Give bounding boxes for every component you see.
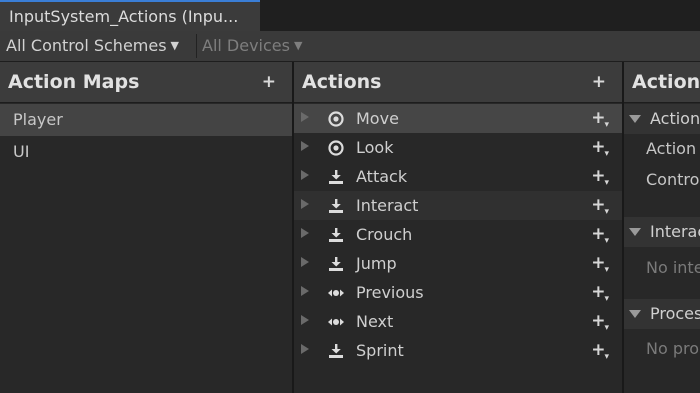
foldout-triangle-icon (629, 115, 641, 123)
action-row-sprint[interactable]: Sprint +▾ (294, 336, 622, 365)
devices-label: All Devices (202, 36, 290, 55)
chevron-down-icon: ▼ (170, 39, 180, 52)
passthrough-icon (328, 318, 344, 326)
action-label: Move (356, 109, 399, 128)
action-row-look[interactable]: Look +▾ (294, 133, 622, 162)
add-binding-button[interactable]: +▾ (591, 104, 610, 136)
action-maps-header: Action Maps + (0, 62, 292, 103)
add-binding-button[interactable]: +▾ (591, 162, 610, 194)
window-tab-strip: InputSystem_Actions (Inpu... (0, 0, 700, 31)
action-row-jump[interactable]: Jump +▾ (294, 249, 622, 278)
actions-header: Actions + (294, 62, 622, 103)
control-schemes-label: All Control Schemes (6, 36, 167, 55)
devices-dropdown[interactable]: All Devices ▼ (202, 31, 302, 61)
action-row-next[interactable]: Next +▾ (294, 307, 622, 336)
action-map-label: Player (13, 110, 63, 129)
expand-arrow-icon[interactable] (301, 257, 309, 267)
expand-arrow-icon[interactable] (301, 170, 309, 180)
action-properties-panel: Action Action Action Contro Interac No i… (624, 62, 700, 393)
action-row-move[interactable]: Move +▾ (294, 104, 622, 133)
window-tab-title: InputSystem_Actions (Inpu... (9, 7, 239, 26)
action-label: Next (356, 312, 394, 331)
action-label: Look (356, 138, 394, 157)
action-label: Sprint (356, 341, 404, 360)
action-label: Jump (356, 254, 397, 273)
interactions-section-foldout[interactable]: Interac (624, 217, 700, 247)
action-row-crouch[interactable]: Crouch +▾ (294, 220, 622, 249)
action-maps-panel: Action Maps + Player UI (0, 62, 292, 393)
action-label: Interact (356, 196, 419, 215)
action-properties-header: Action (624, 62, 700, 103)
action-label: Attack (356, 167, 408, 186)
control-schemes-dropdown[interactable]: All Control Schemes ▼ (6, 31, 179, 61)
action-label: Crouch (356, 225, 413, 244)
action-row-previous[interactable]: Previous +▾ (294, 278, 622, 307)
expand-arrow-icon[interactable] (301, 228, 309, 238)
control-type-label: Contro (646, 170, 700, 189)
add-binding-button[interactable]: +▾ (591, 133, 610, 165)
add-binding-button[interactable]: +▾ (591, 307, 610, 339)
actions-title: Actions (302, 71, 382, 93)
action-section-foldout[interactable]: Action (624, 104, 700, 134)
action-section-label: Action (650, 109, 700, 128)
action-row-attack[interactable]: Attack +▾ (294, 162, 622, 191)
interactions-section-label: Interac (650, 222, 700, 241)
window-tab[interactable]: InputSystem_Actions (Inpu... (0, 0, 260, 31)
button-icon (329, 228, 343, 242)
action-label: Previous (356, 283, 424, 302)
action-maps-title: Action Maps (8, 71, 140, 93)
no-interactions-text: No inte (646, 258, 700, 277)
button-icon (329, 170, 343, 184)
action-row-interact[interactable]: Interact +▾ (294, 191, 622, 220)
add-binding-button[interactable]: +▾ (591, 220, 610, 252)
toolbar: All Control Schemes ▼ All Devices ▼ (0, 31, 700, 62)
value-icon (328, 111, 344, 127)
chevron-down-icon: ▼ (293, 39, 303, 52)
expand-arrow-icon[interactable] (301, 315, 309, 325)
add-binding-button[interactable]: +▾ (591, 191, 610, 223)
add-binding-button[interactable]: +▾ (591, 249, 610, 281)
expand-arrow-icon[interactable] (301, 286, 309, 296)
action-properties-title: Action (632, 71, 700, 93)
foldout-triangle-icon (629, 310, 641, 318)
processors-section-foldout[interactable]: Proces (624, 299, 700, 329)
expand-arrow-icon[interactable] (301, 112, 309, 122)
toolbar-divider (196, 34, 197, 58)
value-icon (328, 140, 344, 156)
passthrough-icon (328, 289, 344, 297)
action-map-label: UI (13, 142, 30, 161)
button-icon (329, 257, 343, 271)
no-processors-text: No pro (646, 339, 700, 358)
foldout-triangle-icon (629, 228, 641, 236)
actions-panel: Actions + Move +▾ Look +▾ Attack +▾ Inte… (294, 62, 622, 393)
add-action-map-button[interactable]: + (262, 72, 276, 92)
add-action-button[interactable]: + (592, 72, 606, 92)
action-map-item-player[interactable]: Player (0, 104, 292, 136)
action-type-label: Action (646, 139, 697, 158)
expand-arrow-icon[interactable] (301, 199, 309, 209)
action-map-item-ui[interactable]: UI (0, 136, 292, 168)
add-binding-button[interactable]: +▾ (591, 278, 610, 310)
processors-section-label: Proces (650, 304, 700, 323)
button-icon (329, 344, 343, 358)
button-icon (329, 199, 343, 213)
add-binding-button[interactable]: +▾ (591, 336, 610, 368)
expand-arrow-icon[interactable] (301, 344, 309, 354)
expand-arrow-icon[interactable] (301, 141, 309, 151)
